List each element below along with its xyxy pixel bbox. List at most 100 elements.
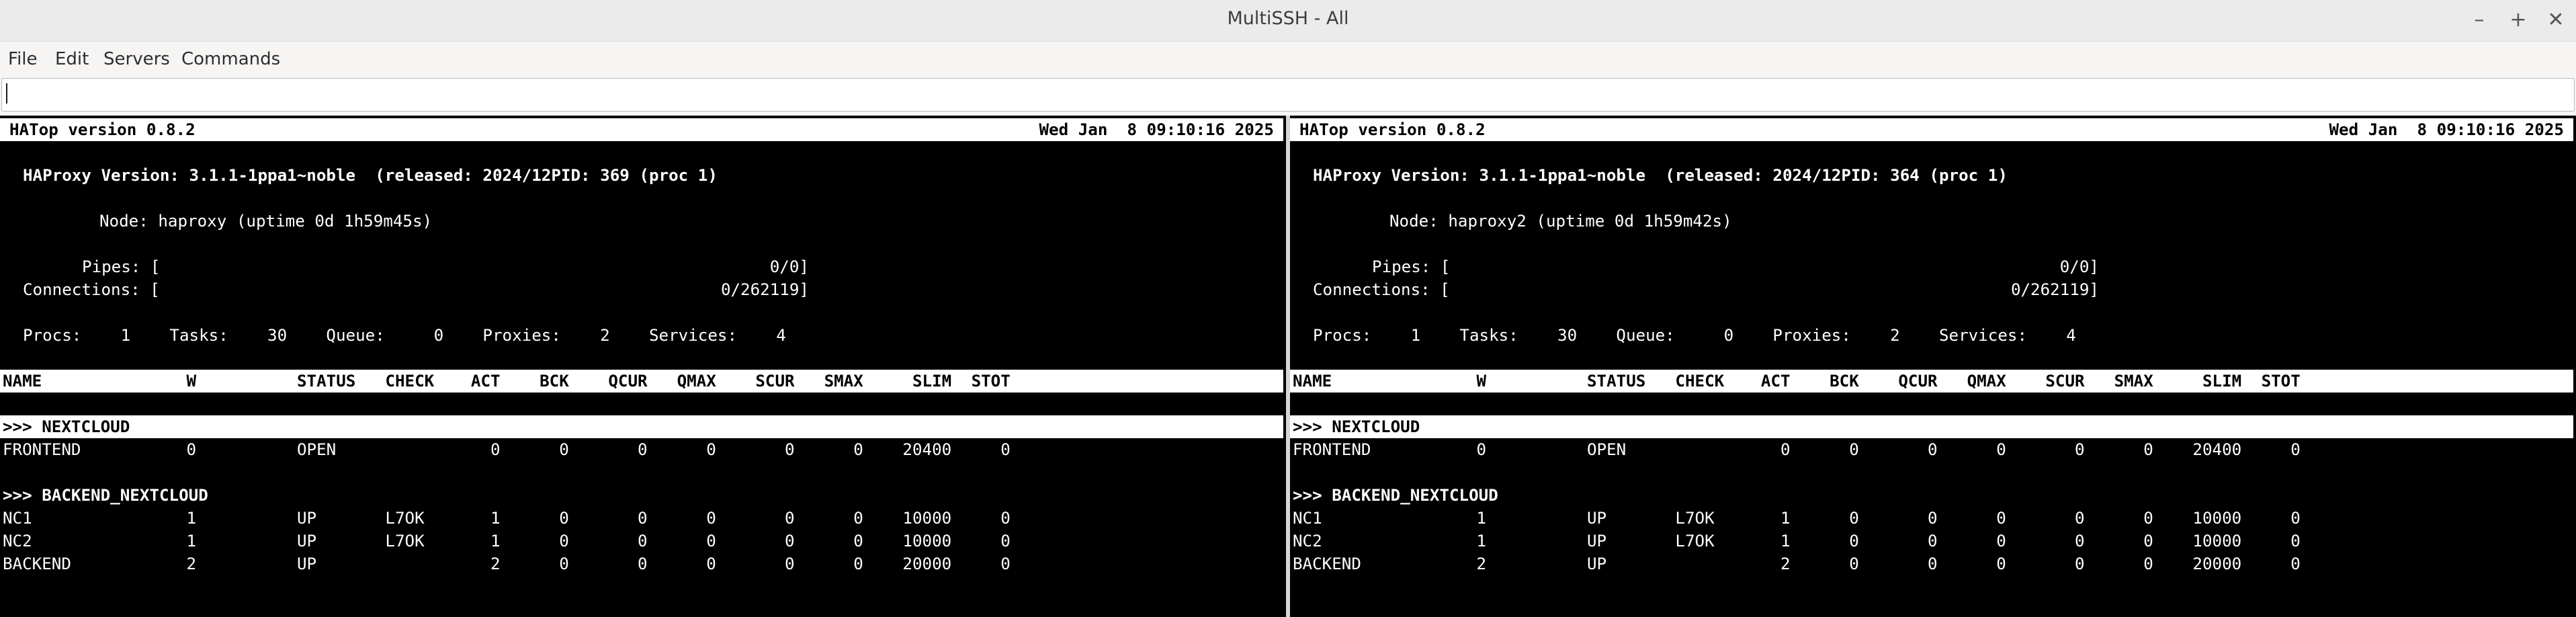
cell-check: L7OK [385,509,425,528]
cell-scur: 0 [2075,440,2085,459]
column-header-scur: SCUR [755,372,795,390]
cell-name: NC1 [3,509,32,528]
cell-slim: 20400 [2192,440,2242,459]
cell-slim: 10000 [902,509,952,528]
connections-label: Connections: [ [1313,280,1450,299]
terminal-pane-right[interactable]: HATop version 0.8.2 Wed Jan 8 09:10:16 20… [1290,116,2576,617]
cell-act: 1 [490,532,501,550]
cell-status: UP [297,532,317,550]
cell-act: 2 [490,554,501,573]
cell-stot: 0 [2290,440,2301,459]
cell-scur: 0 [785,532,795,550]
cell-stot: 0 [1000,532,1011,550]
cell-smax: 0 [2143,440,2153,459]
table-header-row: NAME W STATUS CHECK ACT BCK QCUR QMAX SCUR SMAX SL… [0,370,1283,393]
process-stats-line: Procs: 1 Tasks: 30 Queue: 0 Proxies: 2 S… [1290,324,2573,347]
command-input[interactable] [1,78,2575,112]
menu-servers[interactable]: Servers [103,47,170,71]
cell-qcur: 0 [638,532,648,550]
minimize-icon[interactable]: – [2463,4,2495,36]
cell-stot: 0 [1000,509,1011,528]
column-header-slim: SLIM [2202,372,2242,390]
process-stats: Procs: 1 Tasks: 30 Queue: 0 Proxies: 2 S… [23,326,786,345]
cell-w: 0 [1476,440,1486,459]
cell-w: 1 [1476,532,1486,550]
cell-qcur: 0 [1928,509,1938,528]
cell-w: 2 [186,554,196,573]
close-icon[interactable]: ✕ [2540,4,2572,36]
hatop-header-bar: HATop version 0.8.2 Wed Jan 8 09:10:16 20… [0,118,1283,141]
connections-value: 0/262119] [2010,280,2099,299]
cell-bck: 0 [1849,554,1859,573]
cell-bck: 0 [559,509,569,528]
menu-commands[interactable]: Commands [181,47,280,71]
cell-bck: 0 [1849,509,1859,528]
cell-qmax: 0 [1996,509,2006,528]
cell-qcur: 0 [638,440,648,459]
table-row: NC2 1 UP L7OK 1 0 0 0 0 0 10000 0 [1290,530,2573,552]
table-row: BACKEND 2 UP 2 0 0 0 0 0 20000 0 [0,552,1283,575]
cell-act: 0 [1780,440,1791,459]
cell-qmax: 0 [706,532,716,550]
menu-edit[interactable]: Edit [55,47,89,71]
cell-check: L7OK [1675,532,1715,550]
column-header-smax: SMAX [2114,372,2153,390]
cell-scur: 0 [785,440,795,459]
column-header-scur: SCUR [2045,372,2085,390]
hatop-header-bar: HATop version 0.8.2 Wed Jan 8 09:10:16 20… [1290,118,2573,141]
cell-scur: 0 [2075,509,2085,528]
command-bar [0,77,2576,116]
cell-bck: 0 [1849,440,1859,459]
section-title-row: >>> NEXTCLOUD [1290,415,2573,438]
table-row: NC1 1 UP L7OK 1 0 0 0 0 0 10000 0 [1290,507,2573,530]
cell-bck: 0 [559,440,569,459]
haproxy-version: HAProxy Version: 3.1.1-1ppa1~noble (rele… [1313,166,2008,185]
maximize-icon[interactable]: + [2502,4,2534,36]
cell-act: 1 [490,509,501,528]
cell-check: L7OK [1675,509,1715,528]
node-info: Node: haproxy (uptime 0d 1h59m45s) [99,212,433,231]
haproxy-version-line: HAProxy Version: 3.1.1-1ppa1~noble (rele… [0,164,1283,187]
cell-slim: 20400 [902,440,952,459]
cell-status: UP [1587,509,1607,528]
process-stats-line: Procs: 1 Tasks: 30 Queue: 0 Proxies: 2 S… [0,324,1283,347]
column-header-stot: STOT [971,372,1011,390]
cell-qcur: 0 [1928,532,1938,550]
node-line: Node: haproxy2 (uptime 0d 1h59m42s) [1290,210,2573,233]
cell-bck: 0 [559,554,569,573]
cell-w: 2 [1476,554,1486,573]
header-datetime: Wed Jan 8 09:10:16 2025 [1039,120,1275,139]
column-header-status: STATUS [1587,372,1646,390]
menu-file[interactable]: File [8,47,38,71]
cell-act: 1 [1780,532,1791,550]
column-header-name: NAME [3,372,42,390]
section-title: >>> NEXTCLOUD [3,417,130,436]
cell-status: UP [297,554,317,573]
cell-qmax: 0 [1996,440,2006,459]
column-header-qcur: QCUR [1898,372,1938,390]
connections-line: Connections: [ 0/262119] [0,278,1283,301]
column-header-w: W [1476,372,1486,390]
section-title-row: >>> NEXTCLOUD [0,415,1283,438]
cell-qcur: 0 [1928,440,1938,459]
cell-smax: 0 [853,532,863,550]
cell-name: FRONTEND [3,440,81,459]
table-header-row: NAME W STATUS CHECK ACT BCK QCUR QMAX SCUR SMAX SL… [1290,370,2573,393]
section-title-row: >>> BACKEND_NEXTCLOUD [1290,484,2573,507]
cell-name: NC2 [3,532,32,550]
pipes-label: Pipes: [ [82,257,161,276]
cell-w: 0 [186,440,196,459]
cell-stot: 0 [2290,554,2301,573]
column-header-bck: BCK [540,372,569,390]
section-title: >>> BACKEND_NEXTCLOUD [1293,486,1498,505]
column-header-qmax: QMAX [677,372,716,390]
cell-check: L7OK [385,532,425,550]
connections-label: Connections: [ [23,280,160,299]
hatop-version: HATop version 0.8.2 [9,120,196,139]
node-info: Node: haproxy2 (uptime 0d 1h59m42s) [1389,212,1732,231]
column-header-check: CHECK [1675,372,1725,390]
table-row: FRONTEND 0 OPEN 0 0 0 0 0 0 20400 0 [0,438,1283,461]
terminal-pane-left[interactable]: HATop version 0.8.2 Wed Jan 8 09:10:16 20… [0,116,1286,617]
connections-value: 0/262119] [720,280,809,299]
cell-slim: 10000 [2192,532,2242,550]
